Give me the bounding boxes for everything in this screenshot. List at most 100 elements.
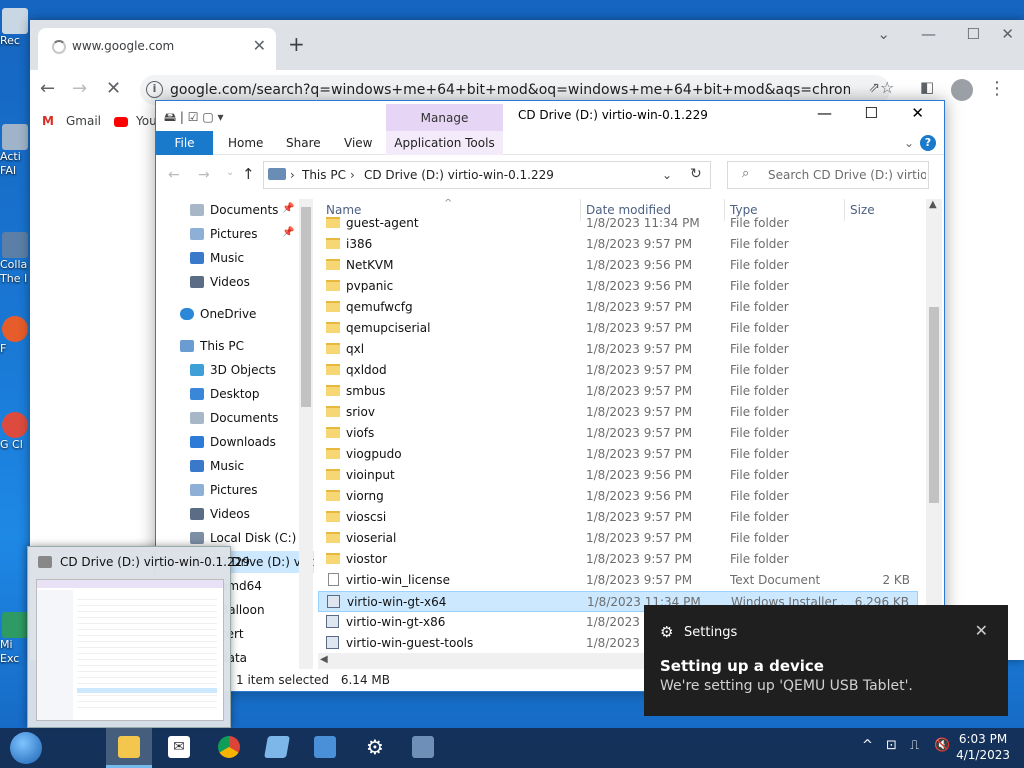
nav-item-documents[interactable]: Documents bbox=[190, 407, 278, 429]
bookmark-gmail[interactable]: Gmail bbox=[66, 114, 101, 128]
search-box[interactable]: ⌕ Search CD Drive (D:) virtio-w... bbox=[727, 161, 929, 189]
desktop-icon-firefox[interactable]: F bbox=[0, 316, 30, 356]
close-tab-icon[interactable]: ✕ bbox=[253, 36, 266, 55]
taskbar-control-panel[interactable] bbox=[302, 728, 348, 768]
file-list-scrollbar[interactable]: ▲ bbox=[926, 199, 942, 659]
menu-kebab-icon[interactable]: ⋮ bbox=[988, 78, 1006, 99]
file-row[interactable]: sriov 1/8/2023 9:57 PM File folder bbox=[318, 402, 918, 423]
nav-item-documents-quick[interactable]: Documents bbox=[190, 199, 278, 221]
taskbar-installer[interactable] bbox=[400, 728, 446, 768]
tab-share[interactable]: Share bbox=[286, 131, 321, 155]
network-icon[interactable]: ⎍ bbox=[910, 738, 919, 753]
taskbar-thumbnail-preview[interactable]: CD Drive (D:) virtio-win-0.1.229 bbox=[27, 546, 250, 728]
maximize-icon[interactable]: ☐ bbox=[865, 104, 878, 122]
nav-item-desktop[interactable]: Desktop bbox=[190, 383, 260, 405]
desktop-icon-collab[interactable]: Colla The I bbox=[0, 232, 30, 286]
file-row[interactable]: viorng 1/8/2023 9:56 PM File folder bbox=[318, 486, 918, 507]
pin-icon[interactable]: 📌 bbox=[282, 227, 294, 238]
scroll-left-icon[interactable]: ◀ bbox=[320, 654, 328, 665]
help-icon[interactable]: ? bbox=[920, 135, 936, 151]
up-arrow-icon[interactable]: ↑ bbox=[242, 165, 255, 183]
nav-item-this-pc[interactable]: This PC bbox=[180, 335, 244, 357]
file-row[interactable]: qxl 1/8/2023 9:57 PM File folder bbox=[318, 339, 918, 360]
forward-icon[interactable]: → bbox=[72, 78, 87, 99]
desktop-icon-chrome[interactable]: G Cl bbox=[0, 412, 30, 452]
file-row[interactable]: NetKVM 1/8/2023 9:56 PM File folder bbox=[318, 255, 918, 276]
back-icon[interactable]: ← bbox=[40, 78, 55, 99]
navigation-scrollbar[interactable] bbox=[299, 199, 313, 669]
profile-avatar-icon[interactable] bbox=[951, 79, 973, 101]
bookmark-youtube[interactable]: You bbox=[136, 114, 157, 128]
taskbar-chrome[interactable] bbox=[206, 728, 252, 768]
system-clock[interactable]: 6:03 PM 4/1/2023 bbox=[956, 731, 1010, 763]
quick-access-toolbar[interactable]: 🖴 | ☑ ▢ ▾ bbox=[164, 108, 224, 129]
site-info-icon[interactable]: i bbox=[146, 81, 163, 98]
address-bar[interactable]: › This PC › CD Drive (D:) virtio-win-0.1… bbox=[263, 161, 711, 189]
nav-item-music-quick[interactable]: Music bbox=[190, 247, 244, 269]
breadcrumb-cd-drive[interactable]: CD Drive (D:) virtio-win-0.1.229 bbox=[364, 168, 554, 182]
file-row[interactable]: viogpudo 1/8/2023 9:57 PM File folder bbox=[318, 444, 918, 465]
pin-icon[interactable]: 📌 bbox=[282, 203, 294, 214]
file-row[interactable]: vioscsi 1/8/2023 9:57 PM File folder bbox=[318, 507, 918, 528]
taskbar-file-explorer[interactable] bbox=[106, 728, 152, 768]
file-row[interactable]: qxldod 1/8/2023 9:57 PM File folder bbox=[318, 360, 918, 381]
tab-application-tools[interactable]: Application Tools bbox=[386, 131, 503, 155]
nav-item-videos-quick[interactable]: Videos bbox=[190, 271, 250, 293]
close-window-icon[interactable]: ✕ bbox=[911, 104, 924, 122]
nav-item-downloads[interactable]: Downloads bbox=[190, 431, 276, 453]
nav-item-music[interactable]: Music bbox=[190, 455, 244, 477]
tab-view[interactable]: View bbox=[344, 131, 372, 155]
tab-search-chevron-icon[interactable]: ⌄ bbox=[877, 25, 890, 43]
refresh-icon[interactable]: ↻ bbox=[690, 166, 702, 182]
file-row[interactable]: vioinput 1/8/2023 9:56 PM File folder bbox=[318, 465, 918, 486]
close-icon[interactable]: ✕ bbox=[975, 621, 988, 640]
tab-file[interactable]: File bbox=[156, 131, 213, 155]
desktop-icon-recycle-bin[interactable]: Rec bbox=[0, 8, 30, 48]
chrome-tab[interactable]: www.google.com ✕ bbox=[38, 28, 276, 70]
file-row[interactable]: smbus 1/8/2023 9:57 PM File folder bbox=[318, 381, 918, 402]
nav-item-videos[interactable]: Videos bbox=[190, 503, 250, 525]
breadcrumb-this-pc[interactable]: This PC bbox=[302, 168, 346, 182]
file-row[interactable]: vioserial 1/8/2023 9:57 PM File folder bbox=[318, 528, 918, 549]
file-row[interactable]: i386 1/8/2023 9:57 PM File folder bbox=[318, 234, 918, 255]
file-row[interactable]: pvpanic 1/8/2023 9:56 PM File folder bbox=[318, 276, 918, 297]
maximize-icon[interactable]: ☐ bbox=[967, 25, 980, 43]
bookmark-star-icon[interactable]: ☆ bbox=[880, 78, 894, 97]
side-panel-icon[interactable]: ◧ bbox=[920, 78, 934, 96]
volume-muted-icon[interactable]: 🔇 bbox=[934, 738, 950, 753]
nav-item-3d-objects[interactable]: 3D Objects bbox=[190, 359, 276, 381]
scroll-thumb[interactable] bbox=[929, 307, 939, 503]
minimize-icon[interactable]: — bbox=[921, 25, 936, 43]
file-row[interactable]: viofs 1/8/2023 9:57 PM File folder bbox=[318, 423, 918, 444]
new-tab-icon[interactable]: + bbox=[288, 32, 305, 56]
nav-item-onedrive[interactable]: OneDrive bbox=[180, 303, 256, 325]
forward-icon[interactable]: → bbox=[198, 167, 210, 183]
notification-toast[interactable]: ⚙ Settings ✕ Setting up a device We're s… bbox=[644, 605, 1008, 716]
taskbar-settings[interactable]: ⚙ bbox=[352, 728, 398, 768]
file-row[interactable]: virtio-win_license 1/8/2023 9:57 PM Text D… bbox=[318, 570, 918, 591]
nav-item-pictures[interactable]: Pictures bbox=[190, 479, 258, 501]
taskbar-notepad[interactable] bbox=[254, 728, 300, 768]
show-hidden-icons-chevron-icon[interactable]: ^ bbox=[862, 738, 873, 753]
share-icon[interactable]: ⇗ bbox=[868, 80, 880, 96]
stop-loading-icon[interactable]: ✕ bbox=[106, 78, 121, 99]
expand-ribbon-chevron-icon[interactable]: ⌄ bbox=[904, 131, 914, 155]
back-icon[interactable]: ← bbox=[168, 167, 180, 183]
file-row[interactable]: viostor 1/8/2023 9:57 PM File folder bbox=[318, 549, 918, 570]
start-button[interactable] bbox=[4, 728, 50, 768]
taskbar-mail[interactable]: ✉ bbox=[156, 728, 202, 768]
recent-chevron-icon[interactable]: ⌄ bbox=[226, 167, 234, 178]
file-row[interactable]: qemufwcfg 1/8/2023 9:57 PM File folder bbox=[318, 297, 918, 318]
address-dropdown-icon[interactable]: ⌄ bbox=[662, 168, 672, 182]
file-row[interactable]: qemupciserial 1/8/2023 9:57 PM File folder bbox=[318, 318, 918, 339]
file-row[interactable]: guest-agent 1/8/2023 11:34 PM File folder bbox=[318, 213, 918, 234]
scroll-thumb[interactable] bbox=[301, 207, 311, 407]
scroll-up-icon[interactable]: ▲ bbox=[929, 199, 937, 210]
desktop-icon-edge[interactable]: Mi Exc bbox=[0, 612, 30, 666]
minimize-icon[interactable]: — bbox=[817, 104, 832, 122]
device-icon[interactable]: ⊡ bbox=[886, 738, 897, 753]
close-window-icon[interactable]: ✕ bbox=[1001, 25, 1014, 43]
tab-home[interactable]: Home bbox=[228, 131, 263, 155]
desktop-icon-activate[interactable]: Acti FAI bbox=[0, 124, 30, 178]
nav-item-pictures-quick[interactable]: Pictures bbox=[190, 223, 258, 245]
